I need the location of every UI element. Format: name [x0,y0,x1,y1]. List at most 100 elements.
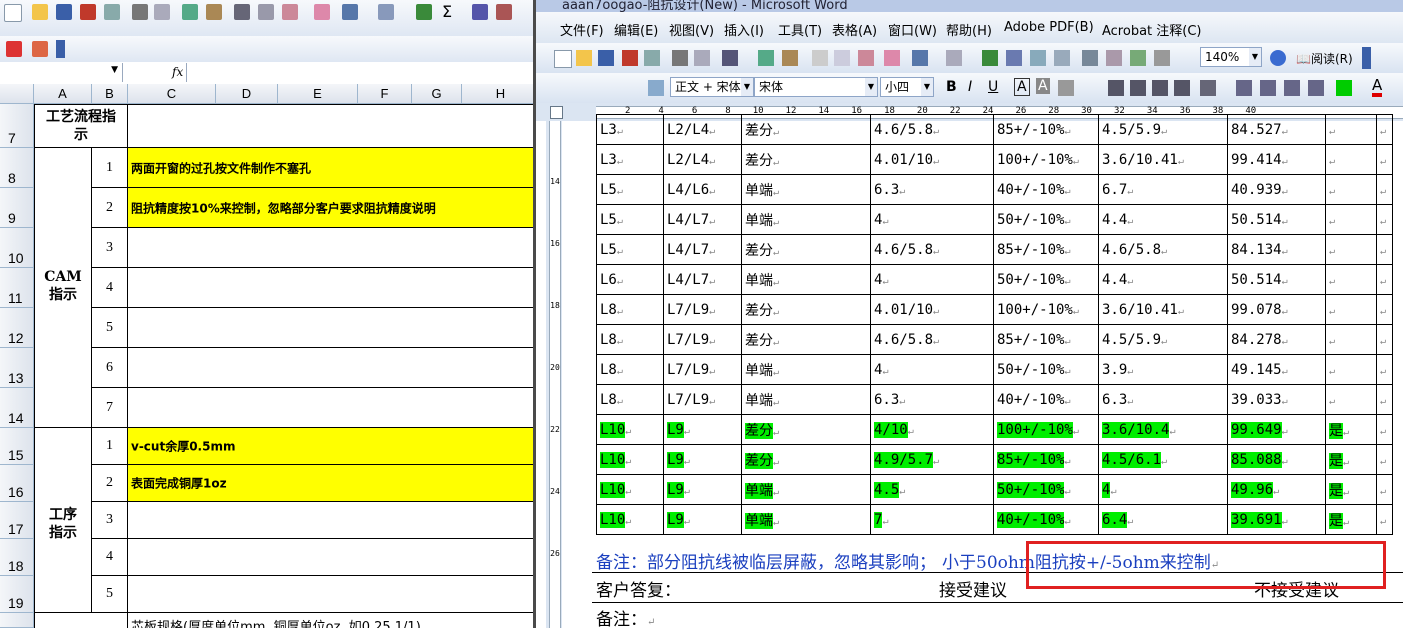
table-cell[interactable]: 4.5/5.9↵ [1098,114,1228,145]
table-cell[interactable]: 4.6/5.8↵ [870,234,994,265]
table-cell[interactable]: 差分↵ [741,444,871,475]
menu-view[interactable]: 视图(V) [669,20,714,39]
char-scale-icon[interactable] [1058,80,1074,96]
row-header[interactable]: 15 [0,428,34,465]
core-spec-cell[interactable]: 芯板规格(厚度单位mm, 铜厚单位oz, 如0.25 1/1) [128,613,540,628]
table-cell[interactable]: 4.01/10↵ [870,144,994,175]
table-cell[interactable]: 差分↵ [741,294,871,325]
table-cell[interactable]: L9↵ [663,474,742,505]
table-cell[interactable]: 差分↵ [741,114,871,145]
table-cell[interactable]: 85+/-10%↵ [993,234,1099,265]
table-cell[interactable]: 7↵ [870,504,994,535]
table-cell[interactable]: 39.033↵ [1227,384,1326,415]
column-header-f[interactable]: F [358,84,412,104]
format-painter-icon[interactable] [314,4,330,20]
size-combo[interactable]: 小四 ▼ [880,77,934,97]
pdf-email-icon[interactable] [32,41,48,57]
font-color-icon[interactable]: A [1372,77,1383,97]
table-cell[interactable]: 100+/-10%↵ [993,294,1099,325]
table-cell[interactable]: L9↵ [663,414,742,445]
table-cell[interactable]: 50+/-10%↵ [993,264,1099,295]
procedure-num-cell[interactable]: 1 [92,428,128,465]
table-cell[interactable]: L10↵ [596,474,664,505]
row-header[interactable]: 9 [0,188,34,228]
table-cell[interactable]: ↵ [1325,384,1377,415]
align-left-icon[interactable] [1108,80,1124,96]
table-cell[interactable]: 单端↵ [741,264,871,295]
email-icon[interactable] [644,50,660,66]
table-cell[interactable]: L4/L6↵ [663,174,742,205]
toolbar-options-icon[interactable] [56,40,65,58]
name-box[interactable]: ▼ [0,63,123,82]
table-cell[interactable]: L6↵ [596,264,664,295]
cam-text-cell[interactable] [128,268,540,308]
cam-text-cell[interactable]: 阻抗精度按10%来控制，忽略部分客户要求阻抗精度说明 [128,188,540,228]
table-cell[interactable]: ↵ [1325,174,1377,205]
process-flow-content-cell[interactable] [128,104,540,148]
table-cell[interactable]: 单端↵ [741,504,871,535]
row-header[interactable]: 11 [0,268,34,308]
table-cell[interactable]: L4/L7↵ [663,234,742,265]
char-shading-icon[interactable]: A [1036,78,1050,94]
table-cell[interactable]: L10↵ [596,504,664,535]
print-icon[interactable] [132,4,148,20]
table-cell[interactable]: 49.96↵ [1227,474,1326,505]
chevron-down-icon[interactable]: ▼ [1249,48,1261,66]
menu-help[interactable]: 帮助(H) [946,20,992,39]
align-right-icon[interactable] [1152,80,1168,96]
table-cell[interactable]: L3↵ [596,114,664,145]
row-header[interactable]: 8 [0,148,34,188]
menu-acrobat-comments[interactable]: Acrobat 注释(C) [1102,20,1202,39]
table-cell[interactable]: 99.414↵ [1227,144,1326,175]
translate-icon[interactable] [782,50,798,66]
menu-edit[interactable]: 编辑(E) [614,20,658,39]
table-cell[interactable]: L5↵ [596,204,664,235]
table-cell[interactable]: 4↵ [870,354,994,385]
zoom-combo[interactable]: 140% ▼ [1200,47,1262,67]
table-cell[interactable]: L4/L7↵ [663,204,742,235]
spelling-icon[interactable] [182,4,198,20]
redo-icon[interactable] [378,4,394,20]
chevron-down-icon[interactable]: ▼ [921,78,933,96]
table-cell[interactable]: 4.4↵ [1098,264,1228,295]
procedure-text-cell[interactable] [128,502,540,539]
table-cell[interactable]: 50.514↵ [1227,204,1326,235]
table-cell[interactable]: 100+/-10%↵ [993,144,1099,175]
research-icon[interactable] [722,50,738,66]
table-cell[interactable]: L4/L7↵ [663,264,742,295]
formula-input[interactable] [186,63,540,82]
procedure-num-cell[interactable]: 2 [92,465,128,502]
table-cell[interactable]: L8↵ [596,324,664,355]
cam-num-cell[interactable]: 1 [92,148,128,188]
table-cell[interactable]: 4↵ [870,204,994,235]
table-cell[interactable]: 6.3↵ [870,384,994,415]
style-combo[interactable]: 正文 + 宋体 ▼ [670,77,754,97]
chevron-down-icon[interactable]: ▼ [865,78,877,96]
cam-text-cell[interactable] [128,308,540,348]
table-cell[interactable]: 4↵ [870,264,994,295]
table-cell[interactable]: 差分↵ [741,144,871,175]
paste-icon[interactable] [282,4,298,20]
table-cell[interactable]: 单端↵ [741,384,871,415]
line-spacing-icon[interactable] [1200,80,1216,96]
undo-icon[interactable] [342,4,358,20]
table-cell[interactable]: 4.5/5.9↵ [1098,324,1228,355]
table-cell[interactable]: 是↵ [1325,474,1377,505]
underline-icon[interactable]: U [988,79,998,95]
table-cell[interactable]: L5↵ [596,234,664,265]
table-cell[interactable]: 6.4↵ [1098,504,1228,535]
table-cell[interactable]: 40+/-10%↵ [993,504,1099,535]
table-cell[interactable]: 85.088↵ [1227,444,1326,475]
table-cell[interactable]: 4/10↵ [870,414,994,445]
row-header[interactable]: 16 [0,465,34,502]
sort-descending-icon[interactable] [496,4,512,20]
tab-selector[interactable] [550,106,563,119]
column-header-e[interactable]: E [278,84,358,104]
email-icon[interactable] [104,4,120,20]
menu-insert[interactable]: 插入(I) [724,20,764,39]
row-header[interactable]: 7 [0,104,34,148]
table-cell[interactable]: 84.527↵ [1227,114,1326,145]
justify-icon[interactable] [1174,80,1190,96]
decrease-indent-icon[interactable] [1284,80,1300,96]
menu-table[interactable]: 表格(A) [832,20,877,39]
